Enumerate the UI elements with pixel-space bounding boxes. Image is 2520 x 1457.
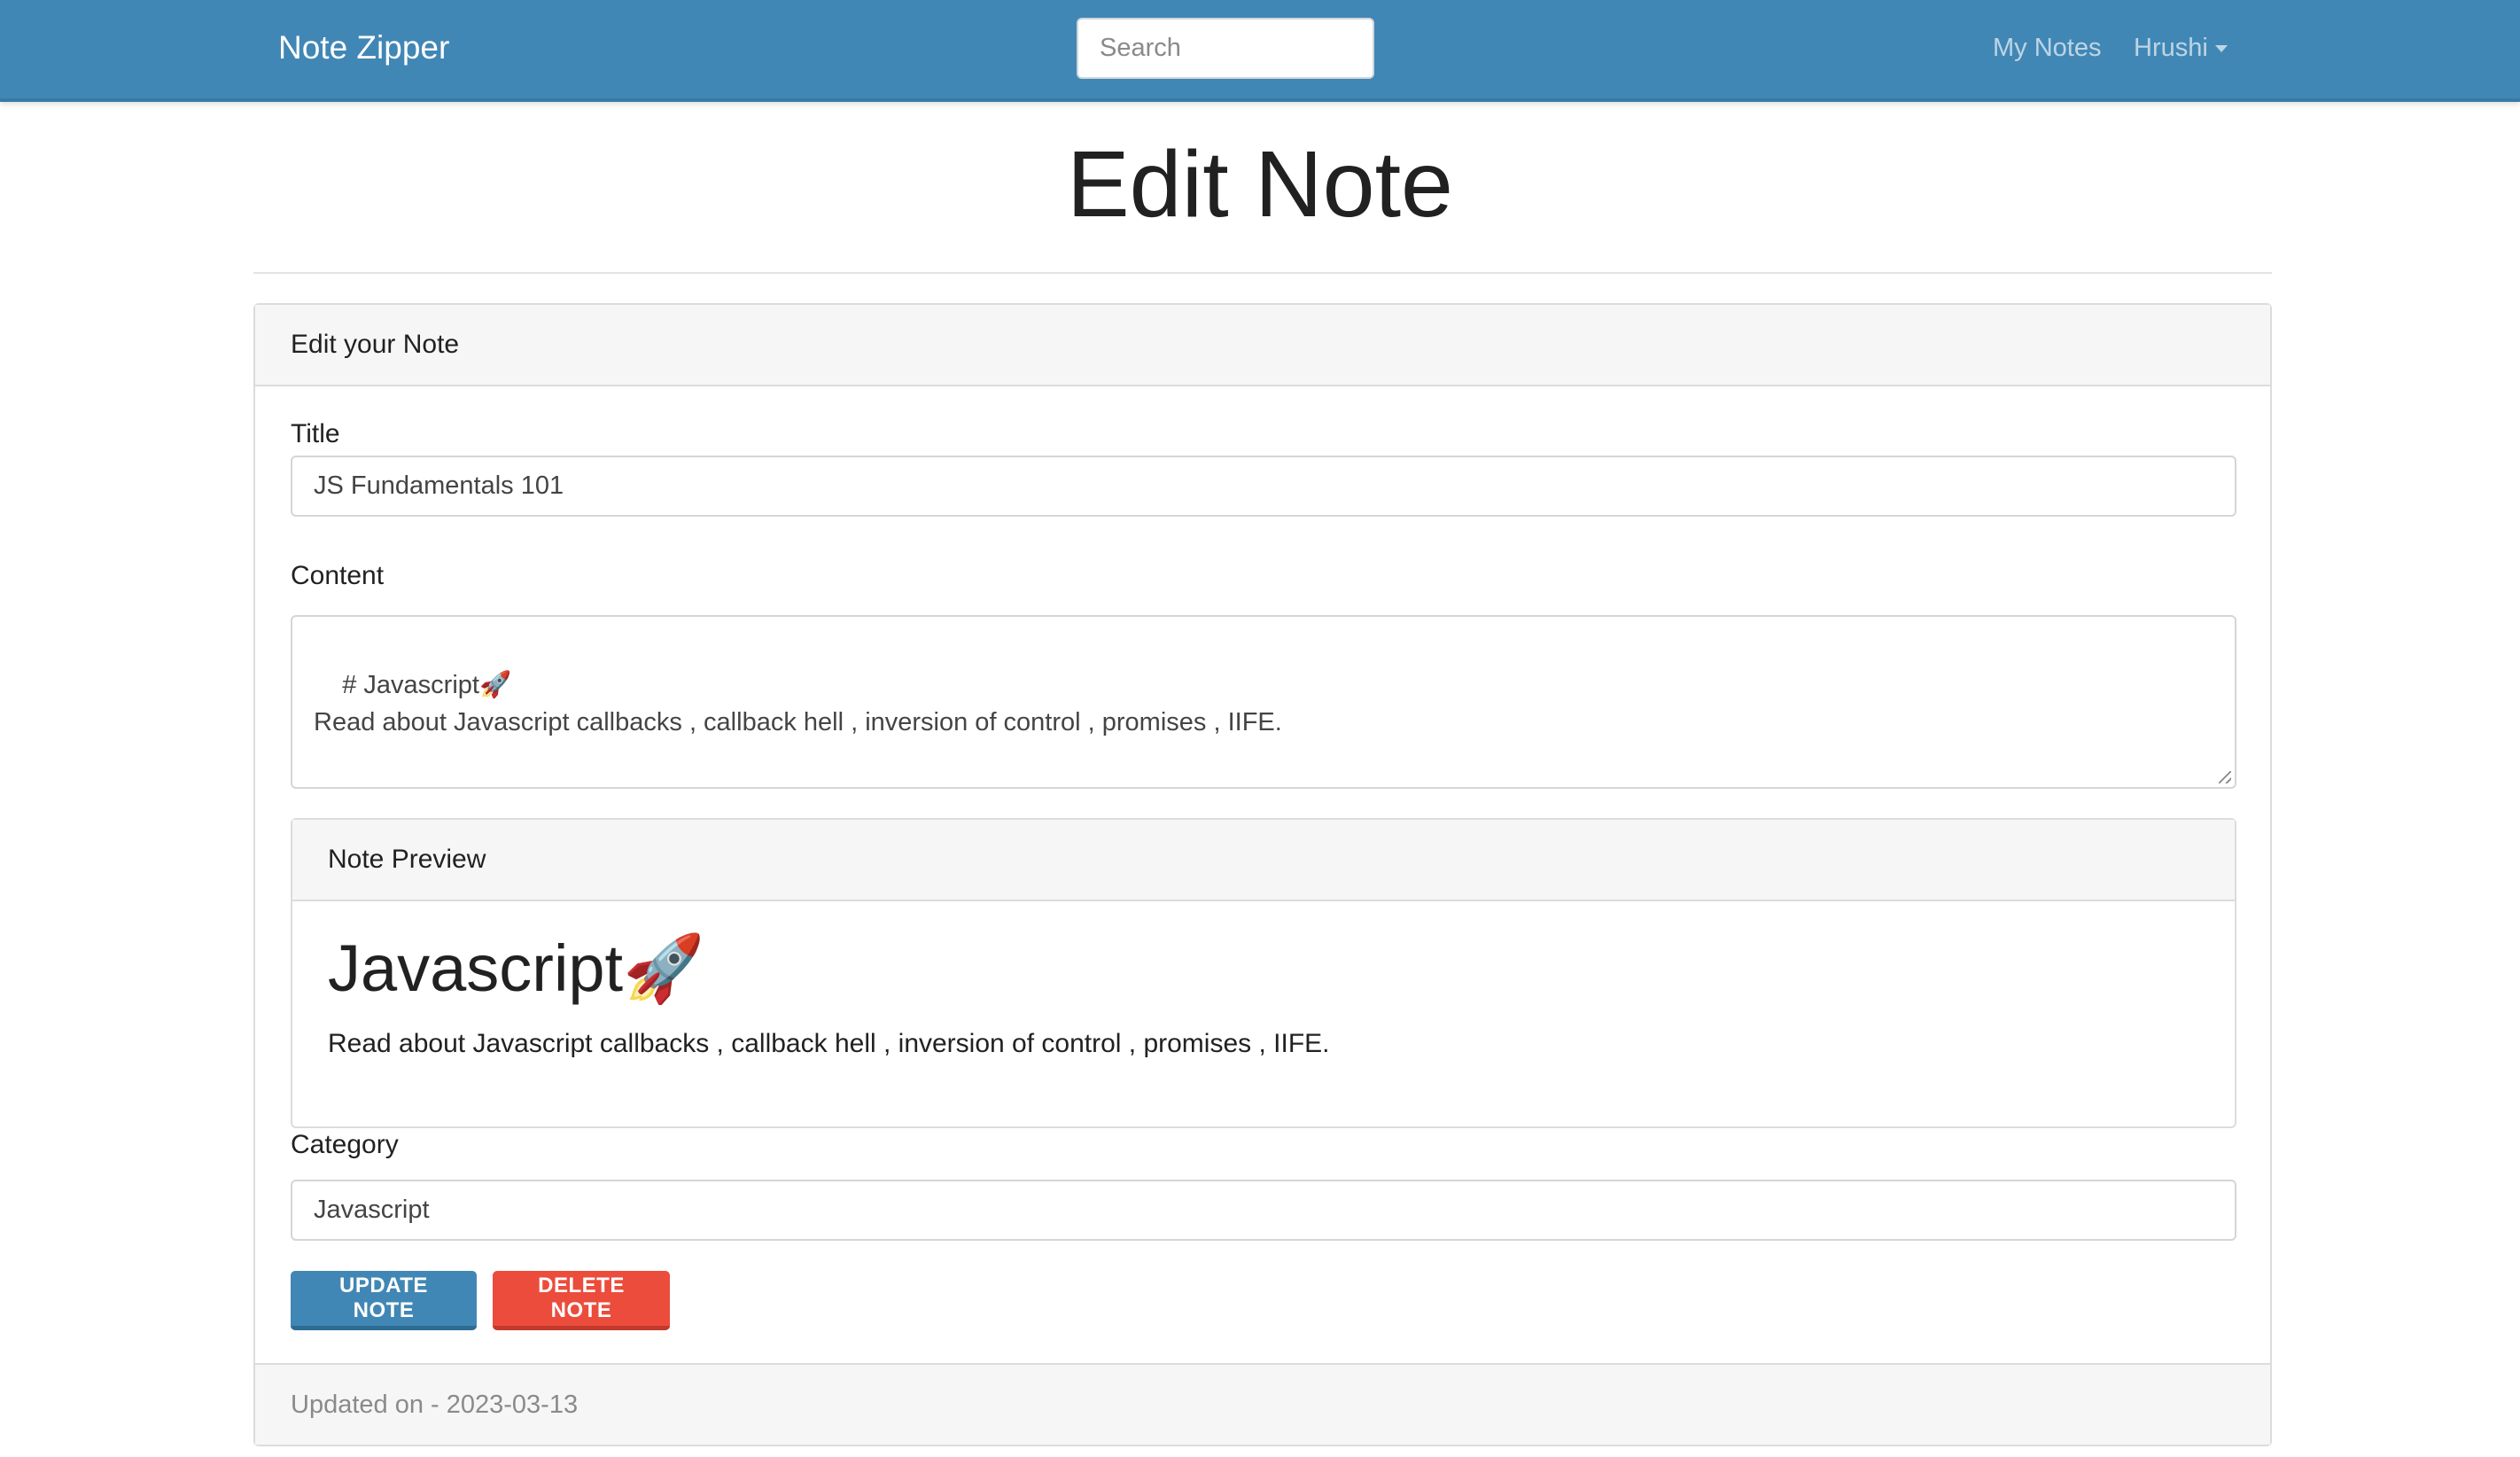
content-label: Content <box>291 561 385 590</box>
user-name: Hrushi <box>2134 34 2208 62</box>
chevron-down-icon <box>2214 45 2228 53</box>
category-input[interactable] <box>291 1180 2236 1241</box>
note-preview-header: Note Preview <box>292 820 2235 901</box>
note-preview-card: Note Preview Javascript🚀 Read about Java… <box>291 818 2236 1128</box>
card-header: Edit your Note <box>255 305 2270 386</box>
page-title: Edit Note <box>1066 132 1453 237</box>
updated-on-footer: Updated on - 2023-03-13 <box>255 1363 2270 1445</box>
brand-link[interactable]: Note Zipper <box>278 25 449 71</box>
resize-grip-icon[interactable] <box>2219 771 2231 783</box>
rocket-icon: 🚀 <box>623 931 705 1005</box>
title-divider <box>253 272 2272 274</box>
preview-heading-text: Javascript <box>328 931 624 1005</box>
update-note-button[interactable]: Update Note <box>291 1271 477 1330</box>
nav-my-notes-link[interactable]: My Notes <box>1993 30 2101 66</box>
navbar: Note Zipper My Notes Hrushi <box>0 0 2520 102</box>
title-input[interactable] <box>291 456 2236 517</box>
title-label: Title <box>291 419 340 448</box>
content-text: # Javascript🚀 Read about Javascript call… <box>314 671 1282 736</box>
category-label: Category <box>291 1130 399 1159</box>
search-input[interactable] <box>1077 18 1374 79</box>
content-textarea[interactable]: # Javascript🚀 Read about Javascript call… <box>291 615 2236 789</box>
user-dropdown-toggle[interactable]: Hrushi <box>2134 30 2228 66</box>
preview-heading: Javascript🚀 <box>328 928 704 1009</box>
delete-note-button[interactable]: Delete Note <box>493 1271 670 1330</box>
edit-note-card: Edit your Note Title Content # Javascrip… <box>253 303 2272 1446</box>
preview-body: Read about Javascript callbacks , callba… <box>328 1029 1330 1058</box>
